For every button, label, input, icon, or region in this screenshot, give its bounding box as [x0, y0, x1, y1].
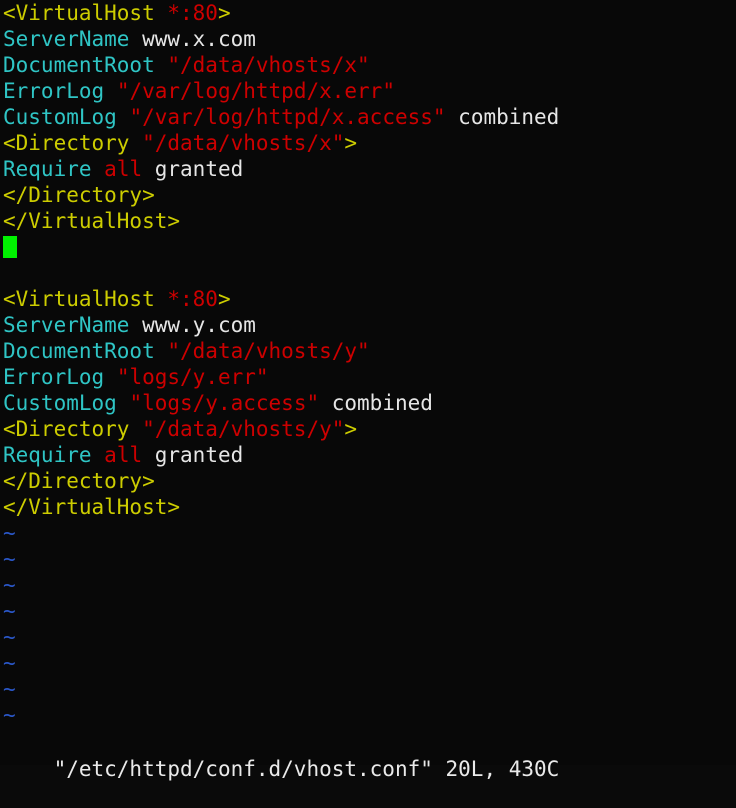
code-token-plain: combined: [319, 391, 433, 415]
code-token-tag: <VirtualHost: [3, 287, 168, 311]
editor-line[interactable]: </VirtualHost>: [0, 208, 736, 234]
editor-line[interactable]: ServerName www.x.com: [0, 26, 736, 52]
code-token-directive: Require: [3, 157, 92, 181]
code-token-directive: CustomLog: [3, 391, 117, 415]
code-token-tag: >: [344, 417, 358, 441]
editor-line[interactable]: DocumentRoot "/data/vhosts/y": [0, 338, 736, 364]
code-token-string: *:80: [167, 1, 218, 25]
code-token-string: "/data/vhosts/x": [167, 53, 370, 77]
code-token-tag: >: [217, 287, 231, 311]
code-token-plain: www.y.com: [129, 313, 256, 337]
editor-line[interactable]: <Directory "/data/vhosts/x">: [0, 130, 736, 156]
terminal-window[interactable]: <VirtualHost *:80> ServerName www.x.com Do…: [0, 0, 736, 781]
code-token-plain: granted: [142, 443, 244, 467]
code-token-string: "logs/y.access": [129, 391, 320, 415]
code-token-string: *:80: [167, 287, 218, 311]
code-token-plain: www.x.com: [129, 27, 256, 51]
code-token-tag: </VirtualHost>: [3, 495, 181, 519]
code-token-tag: <Directory: [3, 417, 143, 441]
code-token-directive: ServerName: [3, 27, 130, 51]
code-token-tag: </Directory>: [3, 183, 155, 207]
editor-line[interactable]: </Directory>: [0, 468, 736, 494]
vim-editor-buffer[interactable]: <VirtualHost *:80> ServerName www.x.com Do…: [0, 0, 736, 520]
status-line-text: "/etc/httpd/conf.d/vhost.conf" 20L, 430C: [53, 757, 560, 781]
code-token-directive: CustomLog: [3, 105, 117, 129]
code-token-directive: ErrorLog: [3, 365, 105, 389]
editor-line[interactable]: [0, 234, 736, 260]
editor-line[interactable]: CustomLog "/var/log/httpd/x.access" comb…: [0, 104, 736, 130]
filler-line: ~: [0, 546, 736, 572]
code-token-tag: >: [217, 1, 231, 25]
code-token-tag: </Directory>: [3, 469, 155, 493]
editor-line[interactable]: <VirtualHost *:80>: [0, 286, 736, 312]
filler-line: ~: [0, 650, 736, 676]
code-token-string: "logs/y.err": [116, 365, 269, 389]
code-token-string: "/data/vhosts/y": [142, 417, 345, 441]
code-token-directive: ErrorLog: [3, 79, 105, 103]
code-token-directive: ServerName: [3, 313, 130, 337]
editor-line[interactable]: <Directory "/data/vhosts/y">: [0, 416, 736, 442]
tilde-marker: ~: [3, 521, 16, 545]
tilde-marker: ~: [3, 651, 16, 675]
code-token-directive: Require: [3, 443, 92, 467]
tilde-marker: ~: [3, 573, 16, 597]
code-token-tag: <Directory: [3, 131, 143, 155]
editor-line[interactable]: DocumentRoot "/data/vhosts/x": [0, 52, 736, 78]
vim-filler-lines: ~ ~ ~ ~ ~ ~ ~ ~: [0, 520, 736, 728]
filler-line: ~: [0, 520, 736, 546]
code-token-string: "/var/log/httpd/x.access": [129, 105, 446, 129]
editor-line[interactable]: CustomLog "logs/y.access" combined: [0, 390, 736, 416]
filler-line: ~: [0, 598, 736, 624]
editor-line[interactable]: <VirtualHost *:80>: [0, 0, 736, 26]
tilde-marker: ~: [3, 599, 16, 623]
vim-status-line: "/etc/httpd/conf.d/vhost.conf" 20L, 430C: [0, 730, 560, 781]
editor-line[interactable]: ServerName www.y.com: [0, 312, 736, 338]
code-token-string: all: [104, 443, 143, 467]
filler-line: ~: [0, 676, 736, 702]
editor-line[interactable]: </Directory>: [0, 182, 736, 208]
tilde-marker: ~: [3, 677, 16, 701]
code-token-directive: DocumentRoot: [3, 339, 155, 363]
editor-line[interactable]: Require all granted: [0, 442, 736, 468]
filler-line: ~: [0, 624, 736, 650]
tilde-marker: ~: [3, 703, 16, 727]
text-cursor: [3, 236, 17, 258]
code-token-string: all: [104, 157, 143, 181]
code-token-tag: </VirtualHost>: [3, 209, 181, 233]
code-token-plain: granted: [142, 157, 244, 181]
editor-line[interactable]: ErrorLog "logs/y.err": [0, 364, 736, 390]
code-token-plain: combined: [445, 105, 560, 129]
tilde-marker: ~: [3, 625, 16, 649]
code-token-tag: >: [344, 131, 358, 155]
code-token-tag: <VirtualHost: [3, 1, 168, 25]
code-token-string: "/var/log/httpd/x.err": [116, 79, 395, 103]
filler-line: ~: [0, 702, 736, 728]
editor-line[interactable]: </VirtualHost>: [0, 494, 736, 520]
editor-line[interactable]: Require all granted: [0, 156, 736, 182]
code-token-string: "/data/vhosts/y": [167, 339, 370, 363]
code-token-directive: DocumentRoot: [3, 53, 155, 77]
code-token-string: "/data/vhosts/x": [142, 131, 345, 155]
tilde-marker: ~: [3, 547, 16, 571]
editor-line[interactable]: [0, 260, 736, 286]
filler-line: ~: [0, 572, 736, 598]
editor-line[interactable]: ErrorLog "/var/log/httpd/x.err": [0, 78, 736, 104]
